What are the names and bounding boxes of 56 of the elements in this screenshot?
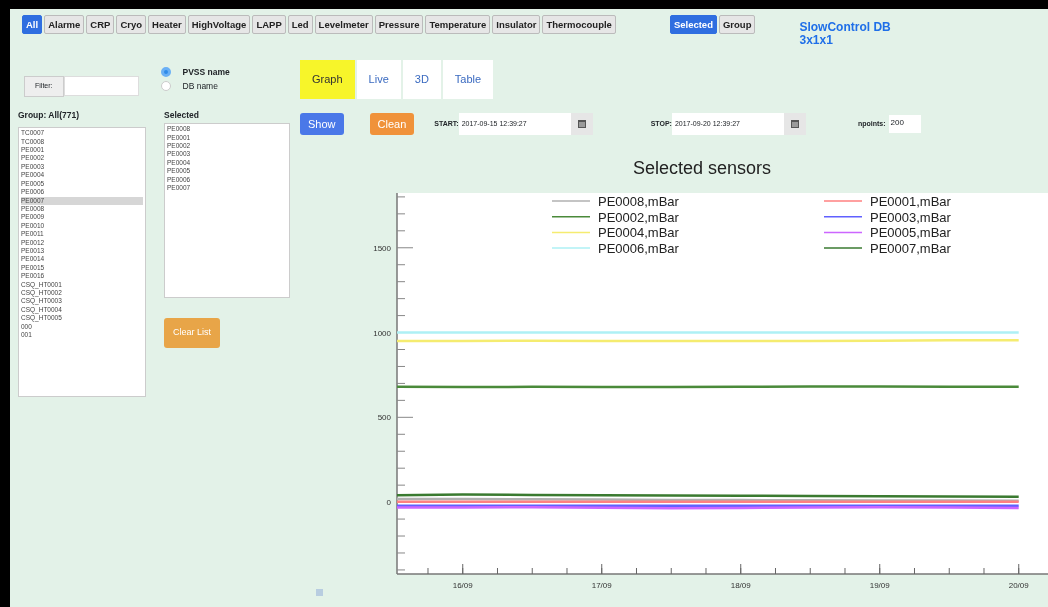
legend-label: PE0001,mBar bbox=[870, 194, 951, 209]
calendar-icon bbox=[790, 119, 799, 129]
category-button[interactable]: Pressure bbox=[374, 15, 424, 34]
tick-label: 16/09 bbox=[452, 581, 473, 590]
list-heading: Group: All(771) bbox=[18, 108, 81, 122]
list-heading: Selected bbox=[164, 108, 200, 122]
tick-label: 500 bbox=[377, 413, 391, 423]
app-title: SlowControl DB 3x1x1 bbox=[799, 21, 892, 47]
handle-icon[interactable] bbox=[316, 589, 323, 597]
show-button[interactable]: Show bbox=[300, 112, 344, 135]
category-button[interactable]: Led bbox=[287, 15, 313, 34]
category-button[interactable]: Cryo bbox=[116, 15, 147, 34]
radio-label: DB name bbox=[182, 79, 218, 93]
tick-label: 18/09 bbox=[730, 581, 751, 590]
category-button[interactable]: Insulator bbox=[492, 15, 541, 34]
tick-label: 0 bbox=[386, 498, 391, 508]
legend-swatch bbox=[551, 215, 591, 218]
radio-label: PVSS name bbox=[182, 65, 230, 79]
filter-field[interactable] bbox=[63, 76, 139, 96]
tick-label: 17/09 bbox=[591, 581, 612, 590]
category-button[interactable]: Levelmeter bbox=[314, 15, 373, 34]
category-button[interactable]: Thermocouple bbox=[542, 15, 616, 34]
legend-label: PE0008,mBar bbox=[598, 194, 679, 209]
legend-label: PE0006,mBar bbox=[598, 241, 679, 257]
category-button[interactable]: CRP bbox=[86, 15, 115, 34]
legend-label: PE0007,mBar bbox=[870, 241, 951, 257]
category-button[interactable]: Temperature bbox=[425, 15, 491, 34]
calendar-button[interactable] bbox=[570, 112, 593, 135]
radio-button[interactable] bbox=[160, 81, 171, 91]
legend-label: PE0004,mBar bbox=[598, 225, 679, 241]
legend-label: PE0002,mBar bbox=[598, 209, 679, 225]
tick-label: 19/09 bbox=[869, 581, 890, 590]
category-button[interactable]: Alarme bbox=[44, 15, 85, 34]
tick-label: 1500 bbox=[373, 243, 391, 253]
tab[interactable]: Live bbox=[356, 60, 401, 99]
calendar-icon bbox=[577, 119, 586, 129]
category-button[interactable]: Heater bbox=[148, 15, 186, 34]
category-button[interactable]: HighVoltage bbox=[187, 15, 251, 34]
category-button[interactable]: All bbox=[22, 15, 43, 34]
tab[interactable]: Table bbox=[442, 60, 494, 99]
tab[interactable]: Graph bbox=[300, 60, 355, 99]
legend-swatch bbox=[551, 231, 591, 234]
tick-label: 20/09 bbox=[1008, 581, 1029, 590]
mode-button[interactable]: Selected bbox=[669, 15, 717, 34]
radio-button[interactable] bbox=[160, 67, 171, 77]
legend-swatch bbox=[823, 231, 863, 234]
calendar-button[interactable] bbox=[783, 112, 806, 135]
legend-swatch bbox=[823, 215, 863, 218]
category-button[interactable]: LAPP bbox=[252, 15, 286, 34]
legend-label: PE0005,mBar bbox=[870, 225, 951, 241]
chart-title: Selected sensors bbox=[632, 158, 772, 178]
npoints-field[interactable]: 200 bbox=[888, 114, 921, 133]
legend-label: PE0003,mBar bbox=[870, 209, 951, 225]
mode-button[interactable]: Group bbox=[718, 15, 756, 34]
tab[interactable]: 3D bbox=[402, 60, 441, 99]
tick-label: 1000 bbox=[373, 328, 391, 338]
